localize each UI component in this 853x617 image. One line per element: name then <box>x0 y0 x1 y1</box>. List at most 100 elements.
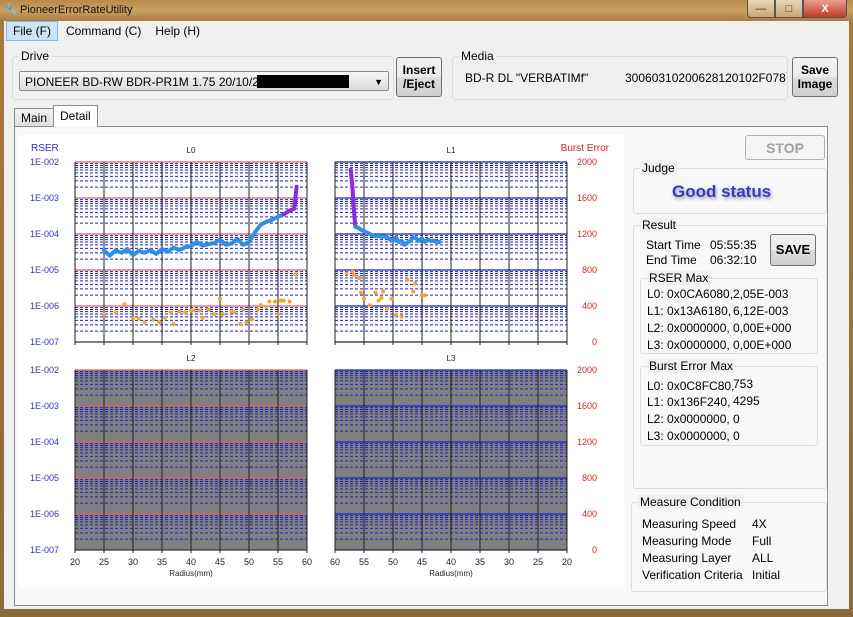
y-tick-label: 1E-005 <box>30 265 59 275</box>
drive-select[interactable]: PIONEER BD-RW BDR-PR1M 1.75 20/10/26 ▼ <box>19 71 389 91</box>
measure-condition-label: Measure Condition <box>638 495 743 509</box>
measuring-speed-value: 4X <box>752 517 767 531</box>
menu-help[interactable]: Help (H) <box>149 22 206 40</box>
chart-l0: L0 1E-002 1E-003 1E-004 1E-005 1E-006 1E-007 <box>30 146 308 347</box>
y2-tick-label: 800 <box>582 473 597 483</box>
y-tick-label: 1E-003 <box>30 193 59 203</box>
burst-max-group: Burst Error Max L0: 0x0C8FC80, 753 L1: 0… <box>640 359 818 446</box>
burst-error-point <box>373 290 378 295</box>
rser-max-l2-addr: L2: 0x0000000, <box>647 321 730 335</box>
burst-error-point <box>218 296 222 301</box>
burst-max-l1-value: 4295 <box>733 394 760 408</box>
burst-error-point <box>142 320 147 325</box>
y2-tick-label: 1200 <box>577 437 597 447</box>
chart-l3: L3 2000 1600 1200 800 400 0 60 55 50 45 40 35 30 25 20 R… <box>330 354 597 578</box>
stop-button[interactable]: STOP <box>745 135 825 160</box>
burst-error-point <box>293 272 298 277</box>
burst-error-point <box>191 308 196 313</box>
y2-tick-label: 1600 <box>577 401 597 411</box>
rser-max-l0-addr: L0: 0x0CA6080, <box>647 287 734 301</box>
x-tick-label: 60 <box>302 557 312 567</box>
burst-error-point <box>357 276 362 281</box>
burst-error-point <box>171 322 176 326</box>
minimize-button[interactable]: — <box>747 0 775 18</box>
y-tick-label: 1E-006 <box>30 509 59 519</box>
y2-tick-label: 1600 <box>577 193 597 203</box>
burst-error-point <box>281 298 286 303</box>
menu-command[interactable]: Command (C) <box>60 22 147 40</box>
insert-eject-label-1: Insert <box>402 63 436 77</box>
x-tick-label: 25 <box>533 557 543 567</box>
end-time-label: End Time <box>646 253 697 267</box>
y-tick-label: 1E-006 <box>30 301 59 311</box>
y-tick-label: 1E-005 <box>30 473 59 483</box>
y-tick-label: 1E-004 <box>30 229 59 239</box>
rser-max-l3-addr: L3: 0x0000000, <box>647 338 730 352</box>
title-bar: 🔧 PioneerErrorRateUtility — □ X <box>0 0 853 21</box>
x-tick-label: 30 <box>504 557 514 567</box>
menu-bar: File (F) Command (C) Help (H) <box>4 21 849 41</box>
save-image-button[interactable]: Save Image <box>792 57 838 97</box>
menu-file[interactable]: File (F) <box>6 21 58 41</box>
media-group: Media BD-R DL "VERBATIMf" 30060310200628… <box>452 49 788 100</box>
burst-max-l3-value: 0 <box>733 429 740 443</box>
burst-max-l0-value: 753 <box>733 377 754 391</box>
redacted-serial <box>257 75 349 88</box>
chart-title: L0 <box>187 146 196 155</box>
y-tick-label: 1E-007 <box>30 337 59 347</box>
burst-error-point <box>244 320 249 325</box>
result-group-label: Result <box>640 218 679 232</box>
y-tick-label: 1E-007 <box>30 545 59 555</box>
y2-tick-label: 1200 <box>577 229 597 239</box>
judge-group: Judge Good status <box>633 161 827 214</box>
x-tick-label: 20 <box>562 557 572 567</box>
burst-error-point <box>273 299 278 304</box>
x-tick-label: 55 <box>359 557 369 567</box>
burst-error-point <box>168 310 173 315</box>
burst-error-point <box>206 307 211 312</box>
measuring-speed-label: Measuring Speed <box>642 517 737 531</box>
measuring-mode-label: Measuring Mode <box>642 534 732 548</box>
start-time-label: Start Time <box>646 238 701 252</box>
drive-selected-value: PIONEER BD-RW BDR-PR1M 1.75 20/10/26 <box>25 75 266 89</box>
burst-error-point <box>113 310 118 315</box>
burst-error-point <box>102 313 106 317</box>
save-image-label-1: Save <box>800 63 830 77</box>
save-result-button[interactable]: SAVE <box>770 234 816 266</box>
burst-error-point <box>405 277 410 282</box>
maximize-button[interactable]: □ <box>775 0 803 18</box>
measuring-mode-value: Full <box>752 534 772 548</box>
close-button[interactable]: X <box>803 0 847 18</box>
error-rate-charts: RSER Burst Error L0 1E-002 1E-003 1E-004 1E-00… <box>30 143 610 578</box>
media-id: 30060310200628120102F078 <box>625 71 786 85</box>
burst-error-point <box>136 316 141 321</box>
x-axis-label: Radius(mm) <box>169 569 213 578</box>
burst-error-point <box>393 313 398 317</box>
burst-error-point <box>359 290 364 295</box>
burst-error-point <box>362 296 366 301</box>
insert-eject-button[interactable]: Insert /Eject <box>396 57 442 97</box>
burst-error-point <box>197 308 202 313</box>
burst-error-point <box>287 299 292 304</box>
rser-max-l1-addr: L1: 0x13A6180, <box>647 304 732 318</box>
measuring-layer-value: ALL <box>752 551 774 565</box>
y-tick-label: 1E-002 <box>30 365 59 375</box>
chart-area: RSER Burst Error L0 1E-002 1E-003 1E-004 1E-00… <box>19 135 624 587</box>
media-type: BD-R DL "VERBATIMf" <box>465 71 589 85</box>
judge-status: Good status <box>672 182 772 201</box>
x-tick-label: 40 <box>186 557 196 567</box>
burst-error-point <box>267 299 272 304</box>
chart-l1: L1 2000 1600 1200 800 400 0 <box>334 146 597 347</box>
rser-max-label: RSER Max <box>647 271 711 285</box>
burst-error-point <box>352 273 357 278</box>
measuring-layer-label: Measuring Layer <box>642 551 732 565</box>
burst-max-l1-addr: L1: 0x136F240, <box>647 395 731 409</box>
x-tick-label: 25 <box>99 557 109 567</box>
tab-detail[interactable]: Detail <box>53 105 98 127</box>
tab-main[interactable]: Main <box>14 108 55 127</box>
chevron-down-icon: ▼ <box>374 77 383 87</box>
wrench-icon: 🔧 <box>4 3 19 17</box>
insert-eject-label-2: /Eject <box>402 77 435 91</box>
app-window: 🔧 PioneerErrorRateUtility — □ X File (F)… <box>0 0 853 617</box>
y2-tick-label: 400 <box>582 509 597 519</box>
